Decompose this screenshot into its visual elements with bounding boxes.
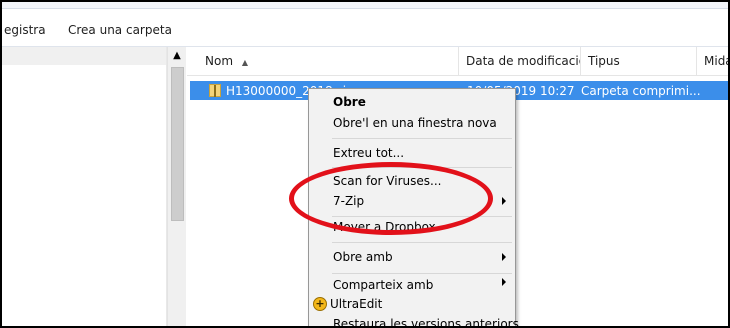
column-size[interactable]: Mida bbox=[697, 47, 728, 75]
scroll-thumb[interactable] bbox=[171, 67, 184, 221]
submenu-arrow-icon bbox=[502, 197, 506, 205]
menu-open-with[interactable]: Obre amb bbox=[333, 247, 393, 267]
ultraedit-icon: + bbox=[313, 297, 327, 311]
address-bar-edge bbox=[2, 2, 728, 9]
file-type: Carpeta comprimi... bbox=[581, 84, 701, 98]
menu-7zip[interactable]: 7-Zip bbox=[333, 191, 364, 211]
navigation-pane[interactable] bbox=[2, 47, 167, 326]
menu-separator bbox=[332, 242, 512, 243]
nav-selected-item[interactable] bbox=[2, 47, 166, 65]
menu-separator bbox=[332, 167, 512, 168]
column-date[interactable]: Data de modificació bbox=[459, 47, 581, 75]
menu-open[interactable]: Obre bbox=[333, 92, 366, 112]
menu-extract-all[interactable]: Extreu tot... bbox=[333, 143, 404, 163]
menu-ultraedit[interactable]: UltraEdit bbox=[330, 294, 382, 314]
menu-scan-viruses[interactable]: Scan for Viruses... bbox=[333, 171, 441, 191]
menu-open-new-window[interactable]: Obre'l en una finestra nova bbox=[333, 113, 497, 133]
menu-share-with[interactable]: Comparteix amb bbox=[333, 275, 433, 295]
toolbar-registra[interactable]: egistra bbox=[4, 23, 46, 37]
scroll-up-arrow-icon[interactable]: ▲ bbox=[168, 47, 186, 65]
new-folder-button[interactable]: Crea una carpeta bbox=[68, 23, 172, 37]
menu-separator bbox=[332, 138, 512, 139]
command-toolbar: egistra Crea una carpeta bbox=[2, 9, 728, 47]
column-name-label: Nom bbox=[205, 54, 234, 68]
menu-dropbox[interactable]: Mover a Dropbox bbox=[333, 217, 436, 237]
menu-separator bbox=[332, 273, 512, 274]
nav-scrollbar[interactable]: ▲ bbox=[167, 47, 186, 326]
zip-folder-icon bbox=[209, 84, 221, 97]
sort-ascending-icon: ▲ bbox=[241, 58, 248, 67]
column-header-row: Nom ▲ Data de modificació Tipus Mida bbox=[187, 47, 728, 76]
submenu-arrow-icon bbox=[502, 278, 506, 286]
context-menu: Obre Obre'l en una finestra nova Extreu … bbox=[308, 88, 519, 326]
menu-restore-versions[interactable]: Restaura les versions anteriors bbox=[333, 314, 519, 326]
column-name[interactable]: Nom ▲ bbox=[187, 47, 459, 75]
submenu-arrow-icon bbox=[502, 253, 506, 261]
column-type[interactable]: Tipus bbox=[581, 47, 697, 75]
explorer-window: egistra Crea una carpeta ▲ Nom ▲ Data de… bbox=[0, 0, 730, 328]
